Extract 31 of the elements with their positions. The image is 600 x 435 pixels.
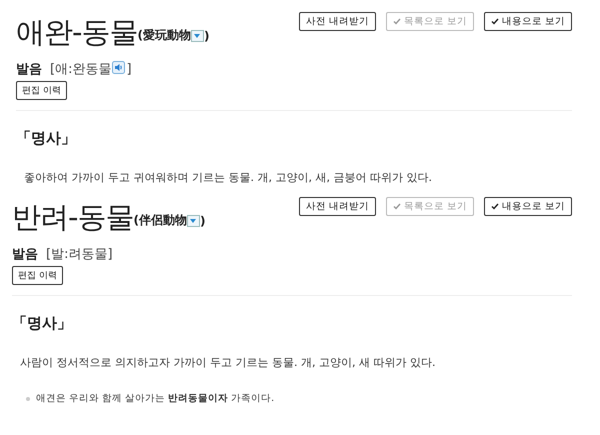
edit-history-button[interactable]: 편집 이력 (16, 81, 67, 100)
view-toggle-button[interactable]: 내용으로 보기 (484, 197, 572, 216)
hanja-text: ) (204, 28, 210, 42)
part-of-speech: 「명사」 (16, 129, 77, 148)
part-of-speech: 「명사」 (12, 314, 73, 333)
dropdown-icon[interactable] (186, 214, 200, 226)
speaker-icon[interactable] (112, 60, 126, 74)
download-button[interactable]: 사전 내려받기 (298, 12, 376, 31)
download-button[interactable]: 사전 내려받기 (298, 197, 376, 216)
view-toggle-button[interactable]: 내용으로 보기 (484, 12, 572, 31)
check-icon (392, 18, 401, 25)
check-icon (490, 18, 499, 25)
definition-text: 좋아하여 가까이 두고 귀여워하며 기르는 동물. 개, 고양이, 새, 금붕어 따위가 있다. (24, 170, 433, 185)
hanja-text: ) (200, 214, 206, 228)
headword: 반려-동물 (12, 199, 134, 235)
dropdown-icon[interactable] (190, 30, 204, 42)
example-sentence: 애견은 우리와 함께 살아가는 반려동물이자 가족이다. (36, 392, 274, 405)
pronunciation-text: [애:완동물 (50, 61, 112, 78)
hanja-text: (愛玩動物 (137, 27, 191, 44)
edit-history-button[interactable]: 편집 이력 (12, 266, 63, 285)
pronunciation-text: [발:려동물 (46, 246, 108, 263)
pronunciation-label: 발음 (12, 246, 38, 263)
headword: 애완-동물 (16, 14, 138, 50)
pronunciation-label: 발음 (16, 61, 42, 78)
check-icon (490, 203, 499, 210)
pronunciation-text: ] (126, 62, 132, 76)
bullet-icon (26, 396, 30, 400)
check-icon (392, 203, 401, 210)
definition-text: 사람이 정서적으로 의지하고자 가까이 두고 기르는 동물. 개, 고양이, 새 따위가 있다. (20, 355, 436, 370)
pronunciation-text: ] (107, 246, 113, 262)
hanja-text: (伴侶動物 (133, 212, 187, 229)
